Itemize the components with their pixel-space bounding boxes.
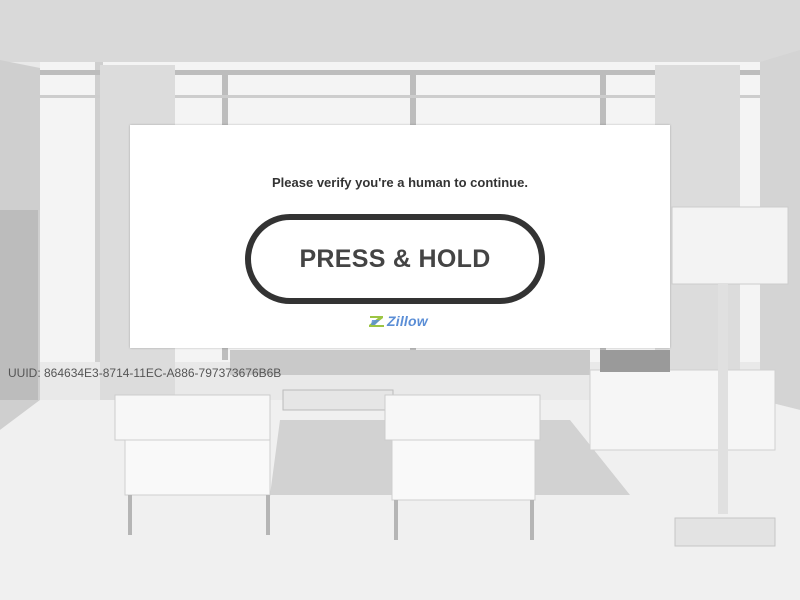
uuid-text: UUID: 864634E3-8714-11EC-A886-797373676B… [8, 366, 282, 380]
press-and-hold-button[interactable]: PRESS & HOLD [245, 214, 545, 304]
press-and-hold-label: PRESS & HOLD [299, 244, 491, 273]
captcha-dialog: Please verify you're a human to continue… [130, 125, 670, 348]
zillow-logo-icon [369, 316, 384, 327]
zillow-logo: Zillow [368, 313, 428, 329]
captcha-page: Please verify you're a human to continue… [0, 0, 800, 600]
verification-prompt: Please verify you're a human to continue… [272, 175, 528, 190]
zillow-logo-text: Zillow [387, 313, 428, 329]
